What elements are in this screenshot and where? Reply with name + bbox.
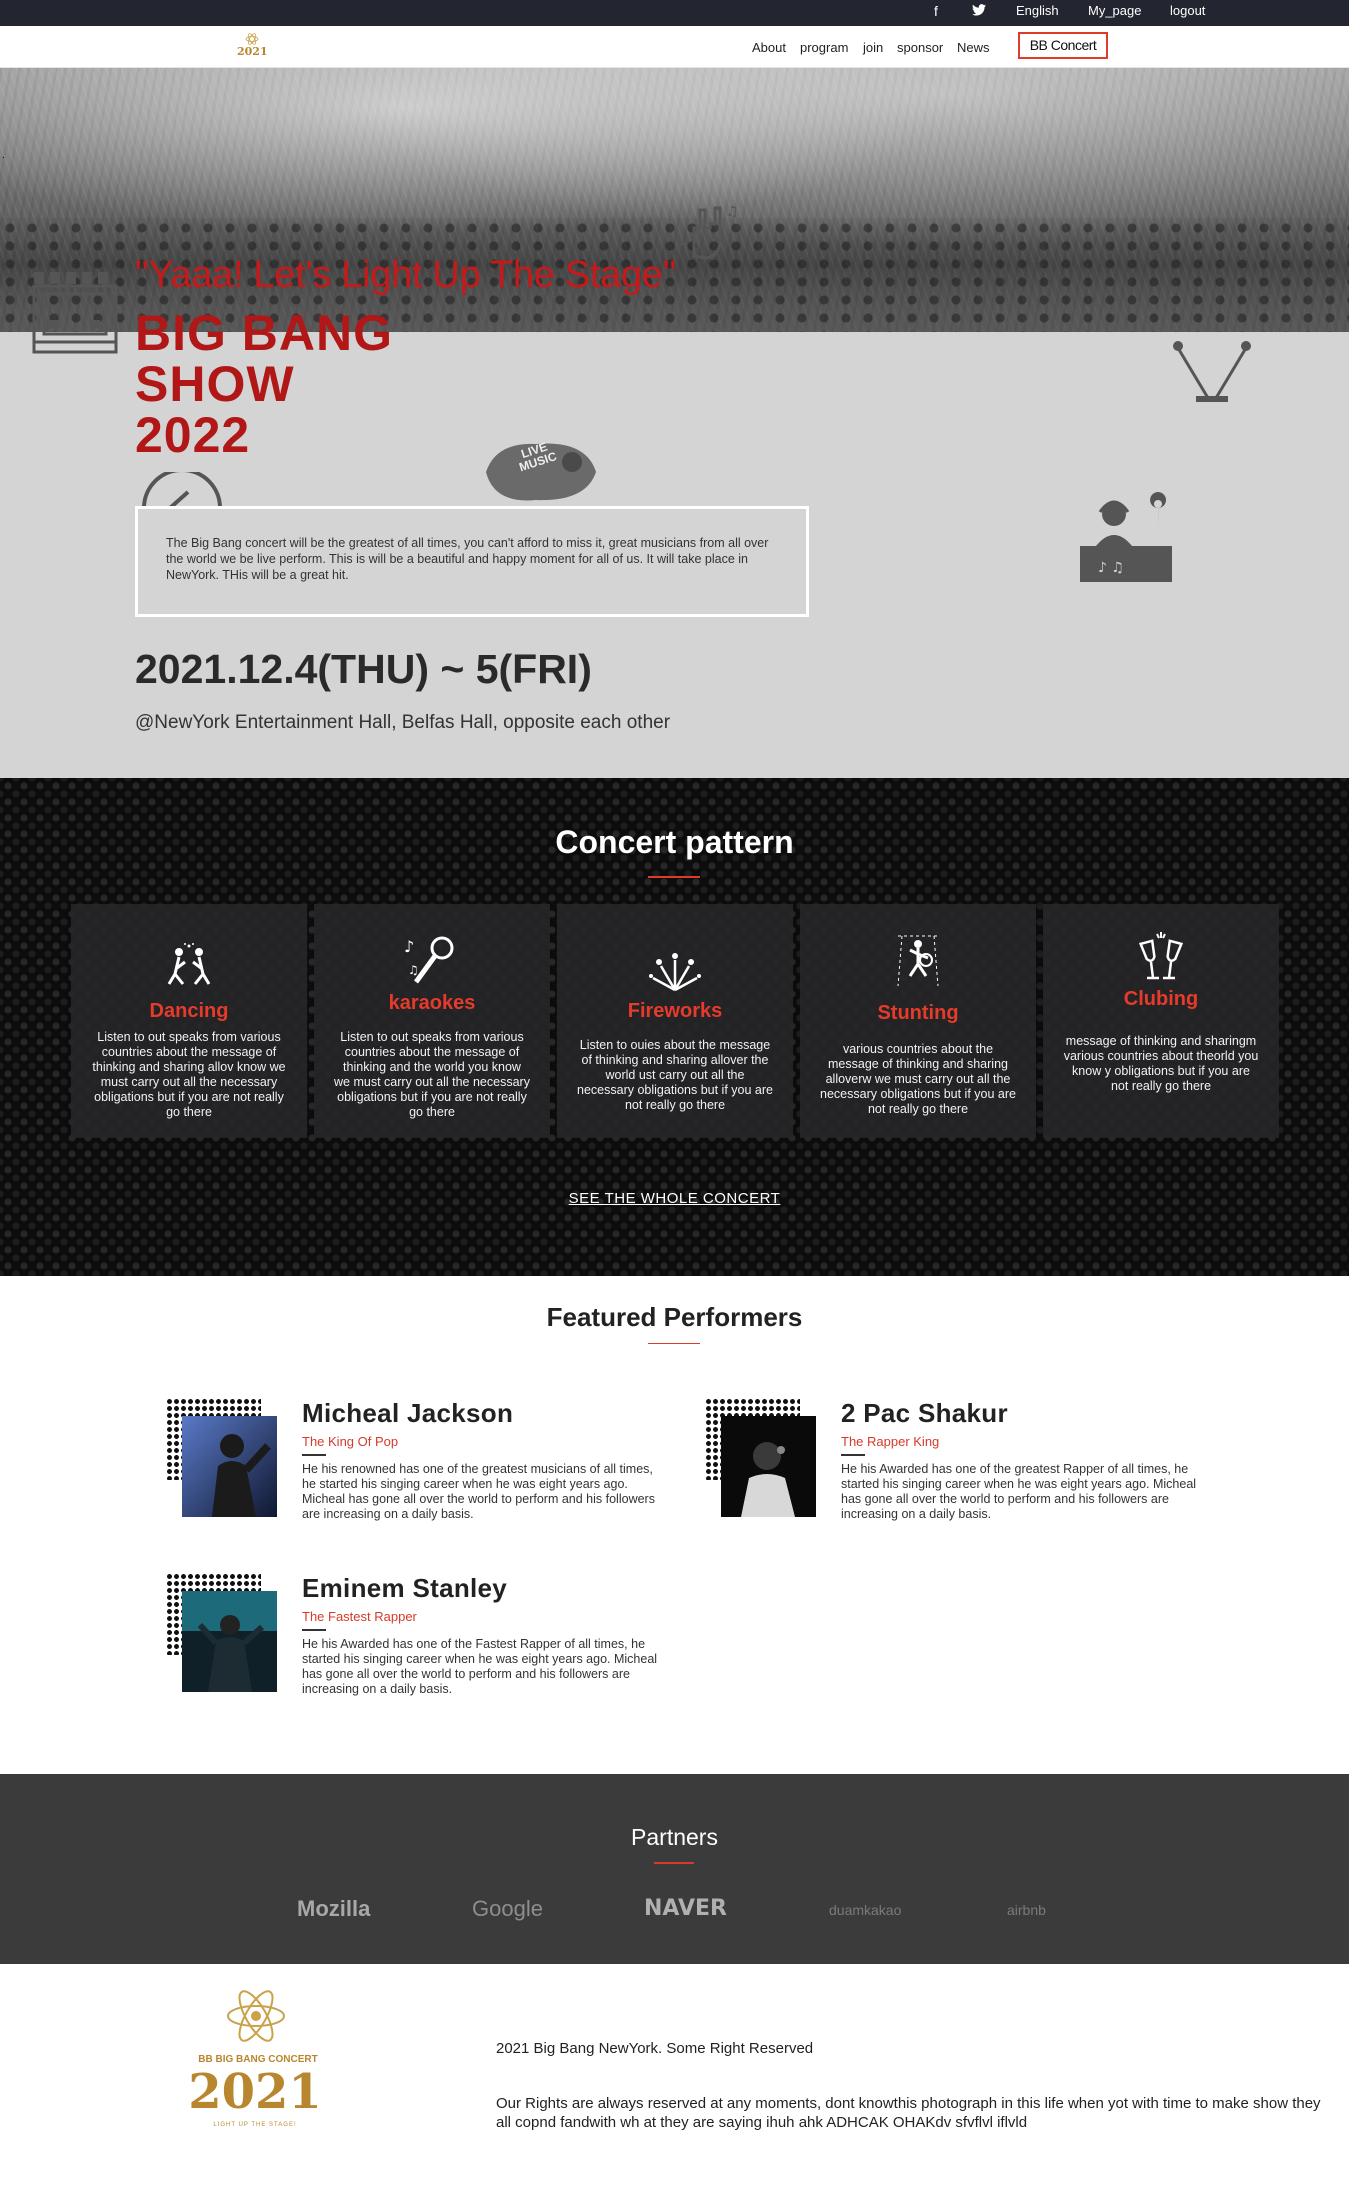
performer-role: The Fastest Rapper xyxy=(302,1609,417,1624)
hero-title: BIG BANG SHOW 2022 xyxy=(135,308,393,461)
performer-bio: He his Awarded has one of the greatest R… xyxy=(841,1462,1197,1521)
nav-join[interactable]: join xyxy=(863,40,883,55)
card-text: Listen to out speaks from various countr… xyxy=(92,1030,286,1119)
pattern-card-dancing[interactable]: Dancing Listen to out speaks from variou… xyxy=(71,904,307,1138)
card-title: Stunting xyxy=(877,1002,959,1024)
karaoke-icon: ♪ ♫ xyxy=(404,936,454,984)
stunting-icon xyxy=(897,935,939,987)
card-title: karaokes xyxy=(388,992,476,1014)
svg-text:♫: ♫ xyxy=(726,204,739,220)
dancing-icon xyxy=(167,943,211,985)
top-utility-bar: f English My_page logout xyxy=(0,0,1349,26)
hero-title-line-2: SHOW xyxy=(135,356,295,412)
partner-google[interactable]: Google xyxy=(472,1896,543,1922)
title-underline xyxy=(648,876,700,878)
partners-section: Partners Mozilla Google NAVER duamkakao … xyxy=(0,1774,1349,1964)
nav-news[interactable]: News xyxy=(957,40,990,55)
card-title: Clubing xyxy=(1123,988,1199,1010)
nav-program[interactable]: program xyxy=(800,40,848,55)
partners-title: Partners xyxy=(631,1824,718,1850)
rock-hand-icon: ♫ ♪ xyxy=(680,204,739,260)
performer-name: Eminem Stanley xyxy=(302,1573,508,1603)
concert-pattern-section: Concert pattern Dancing Listen to out sp… xyxy=(0,778,1349,1276)
stage-icon xyxy=(32,272,118,354)
pattern-card-clubing[interactable]: Clubing message of thinking and sharingm… xyxy=(1043,904,1279,1138)
pattern-card-karaokes[interactable]: ♪ ♫ karaokes Listen to out speaks from v… xyxy=(314,904,550,1138)
logo-year-text: 2021 xyxy=(237,45,268,58)
card-text: various countries about the message of t… xyxy=(820,1042,1016,1116)
divider xyxy=(841,1454,865,1456)
footer-logo-year: 2021 xyxy=(188,2064,322,2120)
performer-bio: He his renowned has one of the greatest … xyxy=(302,1462,655,1521)
section-title: Concert pattern xyxy=(555,824,794,860)
performer-name: 2 Pac Shakur xyxy=(841,1398,1008,1428)
main-navigation: 2021 About program join sponsor News BB … xyxy=(0,26,1349,68)
card-title: Fireworks xyxy=(627,1000,723,1022)
performer-card[interactable]: Micheal Jackson The King Of Pop He his r… xyxy=(166,1398,686,1528)
dj-icon: ♪ ♫ xyxy=(1080,492,1172,582)
performer-photo xyxy=(182,1416,277,1517)
svg-text:♪ ♫: ♪ ♫ xyxy=(1098,560,1124,576)
hero-title-line-1: BIG BANG xyxy=(135,305,393,361)
performer-bio: He his Awarded has one of the Fastest Ra… xyxy=(302,1637,658,1696)
card-text: Listen to out speaks from various countr… xyxy=(334,1030,530,1119)
partner-daumkakao[interactable]: duamkakao xyxy=(829,1902,901,1918)
divider xyxy=(302,1629,326,1631)
facebook-icon[interactable]: f xyxy=(934,0,938,26)
spotlight-icon xyxy=(1173,341,1251,402)
bb-concert-button[interactable]: BB Concert xyxy=(1018,32,1108,59)
stray-dot: . xyxy=(2,150,5,161)
pattern-card-stunting[interactable]: Stunting various countries about the mes… xyxy=(800,904,1036,1138)
svg-text:♫: ♫ xyxy=(408,963,419,977)
performer-role: The King Of Pop xyxy=(302,1434,399,1449)
hero-tagline: "Yaaa! Let's Light Up The Stage" xyxy=(135,254,676,296)
twitter-icon[interactable] xyxy=(972,0,986,26)
performer-photo xyxy=(182,1591,277,1692)
language-selector[interactable]: English xyxy=(1016,0,1059,26)
logout-link[interactable]: logout xyxy=(1170,0,1205,26)
card-title: Dancing xyxy=(149,1000,229,1022)
partner-airbnb[interactable]: airbnb xyxy=(1007,1902,1046,1918)
performer-card[interactable]: 2 Pac Shakur The Rapper King He his Awar… xyxy=(705,1398,1225,1528)
title-underline xyxy=(654,1862,694,1864)
clubing-icon xyxy=(1138,932,1184,980)
nav-about[interactable]: About xyxy=(752,40,786,55)
partner-naver[interactable]: NAVER xyxy=(644,1896,727,1921)
event-date: 2021.12.4(THU) ~ 5(FRI) xyxy=(135,646,592,692)
performer-role: The Rapper King xyxy=(841,1434,940,1449)
footer-logo-line2: LIGHT UP THE STAGE! xyxy=(213,2122,297,2128)
divider xyxy=(302,1454,326,1456)
music-disc-icon xyxy=(142,472,222,508)
my-page-link[interactable]: My_page xyxy=(1088,0,1141,26)
performer-photo xyxy=(721,1416,816,1517)
footer-logo[interactable]: BB BIG BANG CONCERT 2021 LIGHT UP THE ST… xyxy=(180,1984,340,2134)
fireworks-icon xyxy=(649,953,701,992)
partner-mozilla[interactable]: Mozilla xyxy=(297,1896,370,1922)
hero-description: The Big Bang concert will be the greates… xyxy=(135,506,809,617)
nav-sponsor[interactable]: sponsor xyxy=(897,40,943,55)
card-text: Listen to ouies about the message of thi… xyxy=(577,1038,773,1112)
pattern-card-fireworks[interactable]: Fireworks Listen to ouies about the mess… xyxy=(557,904,793,1138)
title-underline xyxy=(648,1343,700,1344)
card-text: message of thinking and sharingm various… xyxy=(1063,1034,1259,1093)
rights-text: Our Rights are always reserved at any mo… xyxy=(496,2095,1321,2131)
event-venue: @NewYork Entertainment Hall, Belfas Hall… xyxy=(135,712,671,733)
copyright-text: 2021 Big Bang NewYork. Some Right Reserv… xyxy=(496,2040,814,2057)
site-logo[interactable]: 2021 xyxy=(235,30,269,64)
performer-name: Micheal Jackson xyxy=(302,1398,514,1428)
see-whole-concert-link[interactable]: SEE THE WHOLE CONCERT xyxy=(0,1190,1349,1207)
svg-text:♪: ♪ xyxy=(724,231,732,245)
footer: BB BIG BANG CONCERT 2021 LIGHT UP THE ST… xyxy=(0,1964,1349,2188)
performer-card[interactable]: Eminem Stanley The Fastest Rapper He his… xyxy=(166,1573,686,1703)
hero-section: . ♫ ♪ LIVE MUSIC ♪ ♫ "Yaaa! Let's Light … xyxy=(0,68,1349,778)
svg-text:♪: ♪ xyxy=(404,937,414,956)
hero-title-line-3: 2022 xyxy=(135,407,251,463)
performers-title: Featured Performers xyxy=(546,1302,803,1332)
